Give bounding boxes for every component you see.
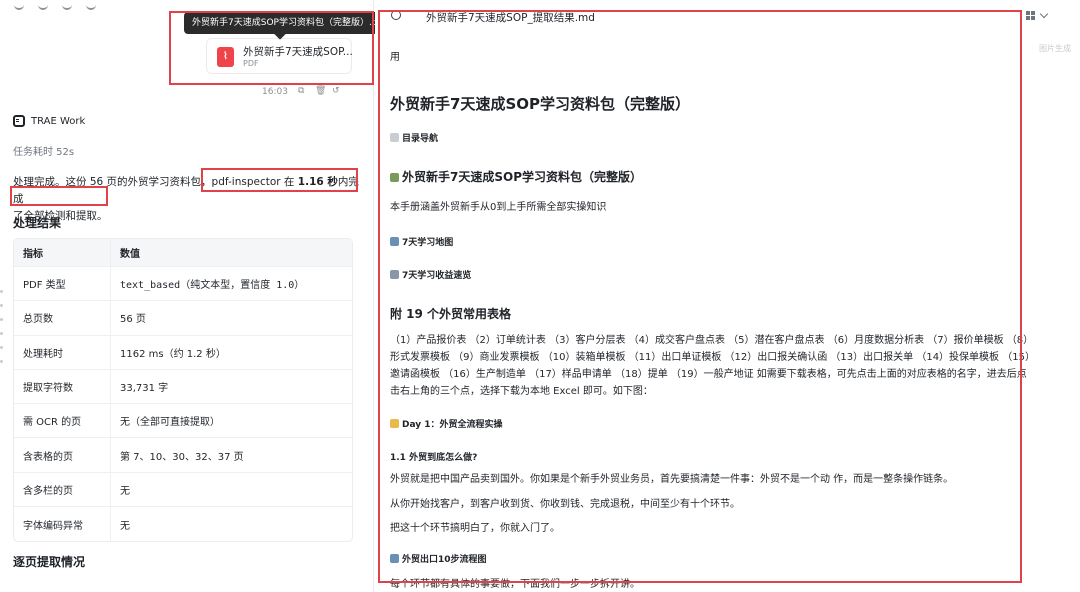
agent-logo-icon (13, 115, 25, 127)
page-extraction-heading: 逐页提取情况 (13, 555, 86, 569)
table-row: 需 OCR 的页 无（全部可直接提取） (14, 404, 352, 439)
view-controls (1026, 9, 1049, 20)
metric-cell: 处理耗时 (14, 335, 111, 369)
table-row: PDF 类型 text_based（纯文本型，置信度 1.0） (14, 267, 352, 302)
nav-icon[interactable] (62, 4, 72, 10)
chevron-down-icon[interactable] (1039, 9, 1049, 19)
table-row: 总页数 56 页 (14, 301, 352, 336)
value-cell: 无 (120, 485, 130, 497)
value-cell: 56 页 (120, 314, 146, 326)
metric-cell: PDF 类型 (14, 267, 111, 301)
app-window: ⌇ 外贸新手7天速成SOP... PDF 外贸新手7天速成SOP学习资料包（完整… (0, 0, 1080, 592)
table-row: 处理耗时 1162 ms（约 1.2 秒） (14, 335, 352, 370)
message-actions: ⧉ 🗑 ↺ (298, 86, 341, 96)
highlight-box (378, 10, 1022, 583)
side-tag: 图片生成 (1039, 44, 1071, 53)
toolbar-icons (14, 4, 96, 10)
highlight-box (10, 186, 108, 206)
table-row: 含表格的页 第 7、10、30、32、37 页 (14, 438, 352, 473)
trash-icon[interactable]: 🗑 (315, 86, 326, 96)
metric-cell: 提取字符数 (14, 369, 111, 404)
metric-cell: 需 OCR 的页 (14, 404, 111, 438)
column-header: 指标 (14, 239, 111, 266)
metric-cell: 含多栏的页 (14, 472, 111, 507)
nav-icon[interactable] (14, 4, 24, 10)
value-cell: 33,731 字 (120, 383, 169, 395)
nav-icon[interactable] (38, 4, 48, 10)
table-row: 字体编码异常 无 (14, 507, 352, 542)
agent-header: TRAE Work (13, 115, 85, 127)
table-header-row: 指标 数值 (14, 239, 352, 267)
nav-icon[interactable] (86, 4, 96, 10)
metric-cell: 字体编码异常 (14, 507, 111, 542)
metric-cell: 含表格的页 (14, 438, 111, 472)
results-table: 指标 数值 PDF 类型 text_based（纯文本型，置信度 1.0） 总页… (13, 238, 353, 543)
grid-view-icon[interactable] (1026, 11, 1035, 20)
results-heading: 处理结果 (13, 216, 62, 230)
value-cell: 第 7、10、30、32、37 页 (120, 451, 244, 463)
metric-cell: 总页数 (14, 301, 111, 335)
table-row: 提取字符数 33,731 字 (14, 369, 352, 405)
highlight-box (169, 11, 374, 85)
message-time: 16:03 (262, 87, 288, 97)
chat-panel: ⌇ 外贸新手7天速成SOP... PDF 外贸新手7天速成SOP学习资料包（完整… (0, 0, 395, 592)
table-row: 含多栏的页 无 (14, 472, 352, 508)
copy-icon[interactable]: ⧉ (298, 86, 307, 96)
value-cell: 无 (120, 520, 130, 532)
task-duration: 任务耗时 52s (13, 147, 75, 158)
undo-icon[interactable]: ↺ (332, 86, 341, 96)
value-cell: 无（全部可直接提取） (120, 417, 220, 429)
highlight-box (201, 168, 358, 192)
column-header: 数值 (120, 249, 140, 260)
agent-name: TRAE Work (31, 115, 86, 127)
value-cell: text_based（纯文本型，置信度 1.0） (120, 280, 305, 292)
value-cell: 1162 ms（约 1.2 秒） (120, 348, 226, 360)
scroll-indicator (0, 290, 4, 374)
